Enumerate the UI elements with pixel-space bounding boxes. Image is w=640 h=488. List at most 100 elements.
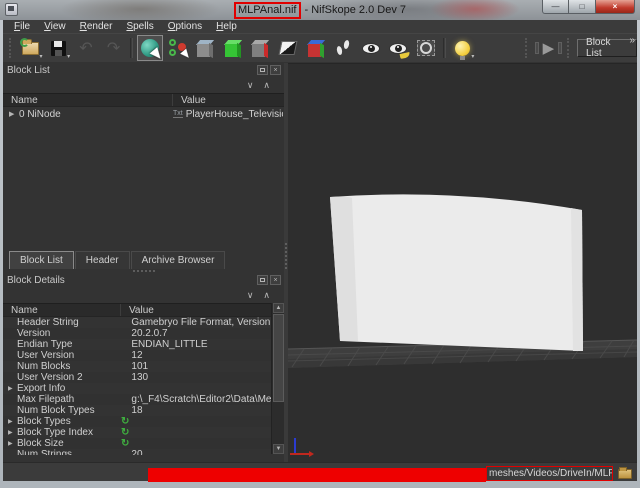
block-details-panel-header[interactable]: Block Details ×	[3, 273, 284, 288]
expander-icon[interactable]: ▶	[9, 110, 19, 118]
block-row-0-ninode[interactable]: ▶ 0 NiNode Txt PlayerHouse_Television0..…	[3, 107, 284, 121]
detail-row-block-types[interactable]: ▶ Block Types ↻	[3, 416, 271, 427]
show-shapes-button[interactable]	[220, 35, 246, 61]
browse-folder-button[interactable]	[616, 467, 633, 480]
expander-icon[interactable]: ▶	[8, 430, 17, 436]
rgb-cube-icon	[308, 44, 324, 57]
viewport-3d[interactable]	[288, 63, 637, 462]
lighting-button[interactable]: ▾	[450, 35, 476, 61]
block-list-table-header: Name Value	[3, 93, 284, 107]
cell-value: ↻ 12	[121, 350, 271, 361]
screen-shading	[571, 208, 583, 351]
undo-icon: ↶	[79, 38, 92, 58]
detail-row-header-string[interactable]: ▶ Header String ↻ Gamebryo File Format, …	[3, 317, 271, 328]
cell-name: Version	[17, 328, 121, 339]
show-blocks-button[interactable]	[193, 35, 219, 61]
cell-name: User Version	[17, 350, 121, 361]
play-button[interactable]: ▶	[543, 39, 555, 57]
open-file-button[interactable]: ▾	[18, 35, 44, 61]
vertical-scrollbar[interactable]: ▲ ▼	[271, 303, 284, 454]
cell-value: ↻ g:\_F4\Scratch\Editor2\Data\Meshes\Set…	[121, 394, 271, 405]
menu-item-view[interactable]: View	[37, 21, 73, 32]
detail-row-user-version-2[interactable]: ▶ User Version 2 ↻ 130	[3, 372, 271, 383]
file-path-field annotation-box[interactable]: meshes/Videos/DriveIn/MLPAnal.nif	[486, 466, 613, 481]
column-header-value[interactable]: Value	[121, 304, 271, 316]
vertex-select-icon	[169, 39, 187, 57]
select-object-mode-button[interactable]	[137, 35, 163, 61]
cell-value: ↻ 101	[121, 361, 271, 372]
menu-item-help[interactable]: Help	[209, 21, 244, 32]
expand-tree-button[interactable]: ∨	[247, 81, 254, 90]
block-list-panel-header[interactable]: Block List ×	[3, 63, 284, 78]
expander-icon[interactable]: ▶	[8, 386, 17, 392]
undo-button[interactable]: ↶	[73, 35, 99, 61]
float-panel-button[interactable]	[257, 275, 268, 285]
vertex-color-visibility-button[interactable]	[386, 35, 412, 61]
menu-item-render[interactable]: Render	[73, 21, 120, 32]
title-bar[interactable]: MLPAnal.nif - NifSkope 2.0 Dev 7 — □ ×	[0, 0, 640, 20]
detail-row-max-filepath[interactable]: ▶ Max Filepath ↻ g:\_F4\Scratch\Editor2\…	[3, 394, 271, 405]
column-header-value[interactable]: Value	[173, 94, 284, 106]
minimize-button[interactable]: —	[542, 0, 569, 14]
save-file-button[interactable]: ▾	[46, 35, 72, 61]
expander-icon[interactable]: ▶	[8, 441, 17, 447]
menu-item-spells[interactable]: Spells	[119, 21, 160, 32]
detail-row-version[interactable]: ▶ Version ↻ 20.2.0.7	[3, 328, 271, 339]
detail-row-export-info[interactable]: ▶ Export Info ↻	[3, 383, 271, 394]
camera-icon	[417, 40, 435, 56]
combo-grip[interactable]	[567, 38, 572, 58]
column-header-name[interactable]: Name	[3, 94, 173, 106]
cell-name: Block Size	[17, 438, 121, 449]
column-header-name[interactable]: Name	[3, 304, 121, 316]
block-list-table: ▶ 0 NiNode Txt PlayerHouse_Television0..…	[3, 107, 284, 249]
expand-tree-button[interactable]: ∨	[247, 291, 254, 300]
animation-slider[interactable]	[535, 42, 539, 54]
collapse-tree-button[interactable]: ∧	[263, 81, 270, 90]
block-list-combo[interactable]: Block List	[577, 39, 637, 57]
detail-row-user-version[interactable]: ▶ User Version ↻ 12	[3, 350, 271, 361]
text-string-icon: Txt	[173, 110, 183, 118]
hide-blocks-button[interactable]	[248, 35, 274, 61]
animation-slider-handle[interactable]	[558, 42, 562, 54]
block-list-panel-title: Block List	[7, 65, 50, 76]
detail-row-endian-type[interactable]: ▶ Endian Type ↻ ENDIAN_LITTLE	[3, 339, 271, 350]
detail-row-num-strings[interactable]: ▶ Num Strings ↻ 20	[3, 449, 271, 455]
double-sided-button[interactable]	[275, 35, 301, 61]
tab-archive-browser[interactable]: Archive Browser	[131, 251, 226, 269]
scroll-up-arrow[interactable]: ▲	[273, 303, 284, 313]
toolbar-grip[interactable]	[9, 38, 14, 58]
cell-name: Block Type Index	[17, 427, 121, 438]
float-panel-button[interactable]	[257, 65, 268, 75]
close-panel-button[interactable]: ×	[270, 275, 281, 285]
redo-button[interactable]: ↷	[101, 35, 127, 61]
expander-icon[interactable]: ▶	[8, 419, 17, 425]
tab-header[interactable]: Header	[75, 251, 130, 269]
maximize-button[interactable]: □	[569, 0, 595, 14]
tab-block-list[interactable]: Block List	[9, 251, 74, 269]
cell-name: Max Filepath	[17, 394, 121, 405]
close-panel-button[interactable]: ×	[270, 65, 281, 75]
detail-row-num-blocks[interactable]: ▶ Num Blocks ↻ 101	[3, 361, 271, 372]
collapse-tree-button[interactable]: ∧	[263, 291, 270, 300]
window-title-filename annotation-box: MLPAnal.nif	[234, 2, 301, 19]
animation-toolbar-grip[interactable]	[525, 38, 530, 58]
dock-tab-bar: Block ListHeaderArchive Browser	[3, 249, 284, 269]
float-icon	[260, 68, 265, 72]
cell-value: ↻	[121, 417, 271, 427]
select-vertex-mode-button[interactable]	[165, 35, 191, 61]
show-nodes-button[interactable]	[330, 35, 356, 61]
visibility-button[interactable]	[358, 35, 384, 61]
menu-item-options[interactable]: Options	[161, 21, 209, 32]
cell-value: ↻ 18	[121, 405, 271, 416]
screen-mesh[interactable]	[330, 194, 583, 351]
close-button[interactable]: ×	[595, 0, 635, 14]
detail-row-block-size[interactable]: ▶ Block Size ↻	[3, 438, 271, 449]
detail-row-block-type-index[interactable]: ▶ Block Type Index ↻	[3, 427, 271, 438]
detail-row-num-block-types[interactable]: ▶ Num Block Types ↻ 18	[3, 405, 271, 416]
show-colors-button[interactable]	[303, 35, 329, 61]
scrollbar-thumb[interactable]	[273, 314, 284, 402]
toolbar-overflow-chevron[interactable]: »	[629, 35, 635, 46]
scroll-down-arrow[interactable]: ▼	[273, 444, 284, 454]
screenshot-button[interactable]	[413, 35, 439, 61]
menu-item-file[interactable]: File	[7, 21, 37, 32]
